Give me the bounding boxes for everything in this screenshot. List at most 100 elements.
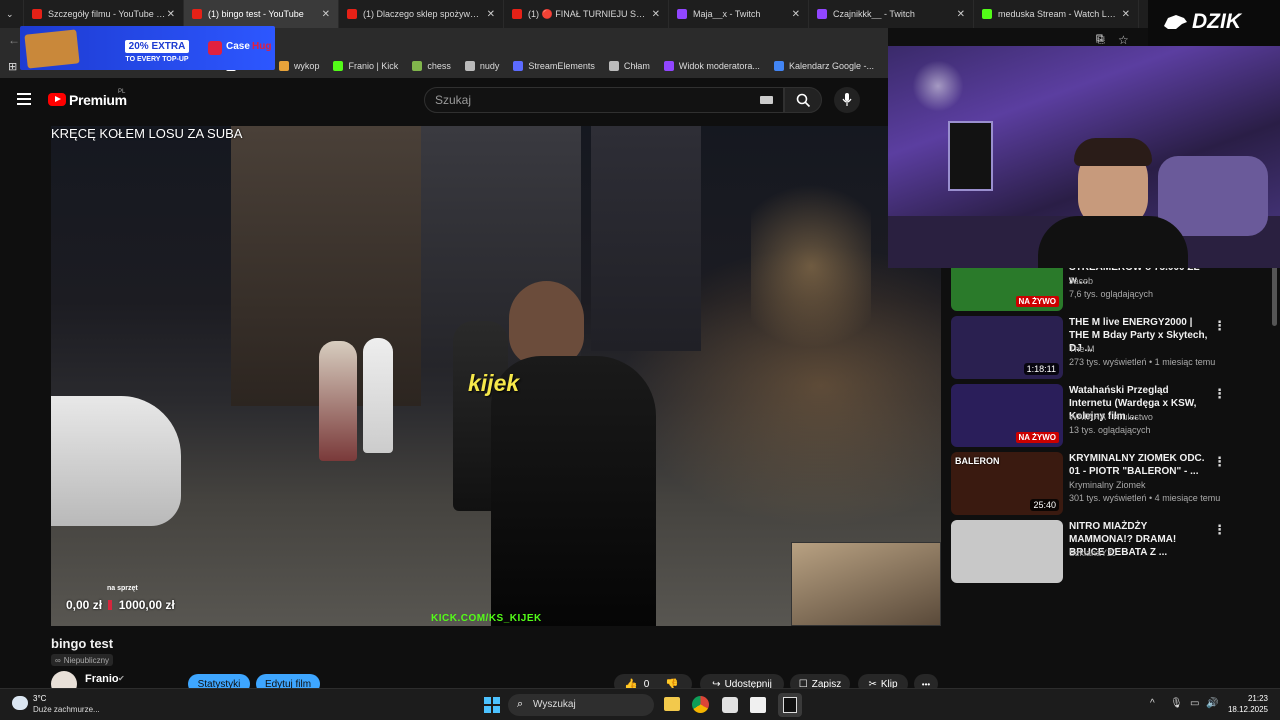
app-icon[interactable]	[722, 697, 738, 713]
browser-tab[interactable]: meduska Stream - Watch Live o ✕	[974, 0, 1139, 28]
taskbar-search[interactable]: ⌕ Wyszukaj	[508, 694, 654, 716]
donation-progress-bar	[108, 600, 113, 610]
network-icon[interactable]: ▭	[1190, 698, 1199, 709]
browser-tab[interactable]: Szczegóły filmu - YouTube Stud ✕	[24, 0, 184, 28]
browser-tab[interactable]: (1) 🔴 FINAŁ TURNIEJU STREAM✕	[504, 0, 669, 28]
apps-grid-icon[interactable]: ⊞	[8, 60, 17, 73]
bookmark-favicon-icon	[333, 61, 344, 71]
thumbnail-text: BALERON	[955, 456, 1000, 466]
bookmark-favicon-icon	[513, 61, 524, 71]
donation-goal: 0,00 zł 1000,00 zł	[66, 598, 175, 612]
recommendation-channel[interactable]: Kryminalny Ziomek	[1069, 480, 1146, 490]
live-badge: NA ŻYWO	[1015, 432, 1059, 443]
more-options-icon[interactable]: ⋮	[1213, 454, 1226, 470]
christmas-tree-lights	[751, 166, 871, 366]
recommendation-item[interactable]: NA ŻYWO Watahański Przegląd Internetu (Wa…	[951, 384, 1280, 448]
casehug-logo-icon	[208, 41, 222, 55]
clock-date[interactable]: 18.12.2025	[1222, 705, 1268, 714]
notepad-icon[interactable]	[750, 697, 766, 713]
recommendation-item[interactable]: 1:18:11 THE M live ENERGY2000 | THE M Bda…	[951, 316, 1280, 380]
chrome-icon[interactable]	[692, 696, 709, 713]
sidebar-scrollbar[interactable]	[1272, 262, 1277, 326]
recommendation-thumbnail[interactable]: NA ŻYWO	[951, 384, 1063, 447]
weather-desc[interactable]: Duże zachmurze...	[33, 705, 100, 714]
tab-favicon-icon	[512, 9, 522, 19]
recommendation-thumbnail[interactable]: 1:18:11	[951, 316, 1063, 379]
tab-favicon-icon	[347, 9, 357, 19]
pedestrian-2	[363, 338, 393, 453]
tab-close-icon[interactable]: ✕	[322, 9, 330, 20]
recommendation-item[interactable]: NITRO MIAŻDŻY MAMMONA!? DRAMA! BRUCE DEB…	[951, 520, 1280, 584]
live-badge: NA ŻYWO	[1015, 296, 1059, 307]
bookmark-item[interactable]: Kalendarz Google -...	[773, 61, 874, 71]
clock-time[interactable]: 21:23	[1228, 694, 1268, 703]
tab-close-icon[interactable]: ✕	[792, 9, 800, 20]
tab-favicon-icon	[32, 9, 42, 19]
recommendation-title[interactable]: KRYMINALNY ZIOMEK ODC. 01 - PIOTR "BALER…	[1069, 452, 1209, 478]
tab-favicon-icon	[982, 9, 992, 19]
tab-close-icon[interactable]: ✕	[957, 9, 965, 20]
region-code: PL	[118, 89, 126, 95]
more-options-icon[interactable]: ⋮	[1213, 522, 1226, 538]
microphone-tray-icon[interactable]: 🎙	[1170, 698, 1183, 709]
sofa	[1158, 156, 1268, 236]
browser-tab[interactable]: (1) Dlaczego sklep spożywczy ta ✕	[339, 0, 504, 28]
tab-close-icon[interactable]: ✕	[487, 9, 495, 20]
more-options-icon[interactable]: ⋮	[1213, 318, 1226, 334]
recommendation-channel[interactable]: SzklanaY2J	[1069, 548, 1117, 558]
search-icon	[796, 93, 811, 108]
browser-tab-strip: ⌄ Szczegóły filmu - YouTube Stud ✕ (1) bin…	[0, 0, 1280, 28]
bookmark-item[interactable]: StreamElements	[513, 61, 595, 71]
windows-start-icon[interactable]	[484, 697, 500, 713]
casehug-ad-banner[interactable]: 20% EXTRA TO EVERY TOP-UP Case Hug	[20, 26, 275, 70]
tab-favicon-icon	[192, 9, 202, 19]
search-icon: ⌕	[517, 698, 524, 710]
bookmark-item[interactable]: Widok moderatora...	[663, 61, 760, 71]
browser-tab[interactable]: (1) bingo test - YouTube ✕	[184, 0, 339, 28]
visibility-badge: ∞ Niepubliczny	[51, 654, 114, 666]
recommendation-channel[interactable]: Jacob	[1069, 276, 1093, 286]
recommendation-thumbnail[interactable]: BALERON 25:40	[951, 452, 1063, 515]
star-icon[interactable]: ☆	[1118, 33, 1129, 47]
recommendation-item[interactable]: BALERON 25:40 KRYMINALNY ZIOMEK ODC. 01 - …	[951, 452, 1280, 516]
back-icon[interactable]: ←	[8, 33, 20, 47]
tab-close-icon[interactable]: ✕	[1122, 9, 1130, 20]
file-explorer-icon[interactable]	[664, 697, 680, 711]
epic-games-icon[interactable]	[778, 693, 802, 717]
recommendation-channel[interactable]: The M	[1069, 344, 1095, 354]
ad-headline: 20% EXTRA	[124, 40, 190, 53]
tab-list-button[interactable]: ⌄	[0, 0, 24, 28]
tray-overflow-icon[interactable]: ^	[1150, 698, 1155, 709]
bookmark-item[interactable]: Franio | Kick	[333, 61, 398, 71]
browser-tab[interactable]: Maja__x - Twitch ✕	[669, 0, 809, 28]
tab-favicon-icon	[677, 9, 687, 19]
recommendation-thumbnail[interactable]	[951, 520, 1063, 583]
more-options-icon[interactable]: ⋮	[1213, 386, 1226, 402]
video-player[interactable]: KRĘCĘ KOŁEM LOSU ZA SUBA kijek KICK.COM/…	[51, 126, 941, 626]
tab-close-icon[interactable]: ✕	[167, 9, 175, 20]
video-duration: 1:18:11	[1023, 363, 1059, 375]
stream-caption: kijek	[468, 370, 520, 396]
verified-icon: ✔	[118, 674, 125, 683]
bookmark-item[interactable]: chess	[412, 61, 451, 71]
voice-search-button[interactable]	[834, 87, 860, 113]
hamburger-menu-icon[interactable]	[17, 93, 31, 105]
weather-temp[interactable]: 3°C	[33, 694, 46, 703]
recommendation-channel[interactable]: WATAHA - Krulestwo	[1069, 412, 1153, 422]
search-input[interactable]: Szukaj	[424, 87, 784, 113]
cloud-weather-icon[interactable]	[12, 696, 28, 710]
bookmark-item[interactable]: wykop	[278, 61, 319, 71]
streamer-shirt	[1038, 216, 1188, 268]
bookmark-item[interactable]: Chłam	[608, 61, 650, 71]
tab-close-icon[interactable]: ✕	[652, 9, 660, 20]
bookmark-favicon-icon	[464, 61, 475, 71]
search-button[interactable]	[784, 87, 822, 113]
bookmark-item[interactable]: nudy	[464, 61, 499, 71]
browser-tab[interactable]: Czajnikkk__ - Twitch ✕	[809, 0, 974, 28]
channel-name[interactable]: Franio	[85, 673, 119, 685]
youtube-logo-icon[interactable]	[48, 93, 66, 106]
dzik-brand-logo: DZIK	[1148, 0, 1280, 46]
volume-icon[interactable]: 🔊	[1206, 698, 1218, 709]
bookmark-favicon-icon	[412, 61, 423, 71]
keyboard-icon[interactable]	[760, 96, 773, 104]
